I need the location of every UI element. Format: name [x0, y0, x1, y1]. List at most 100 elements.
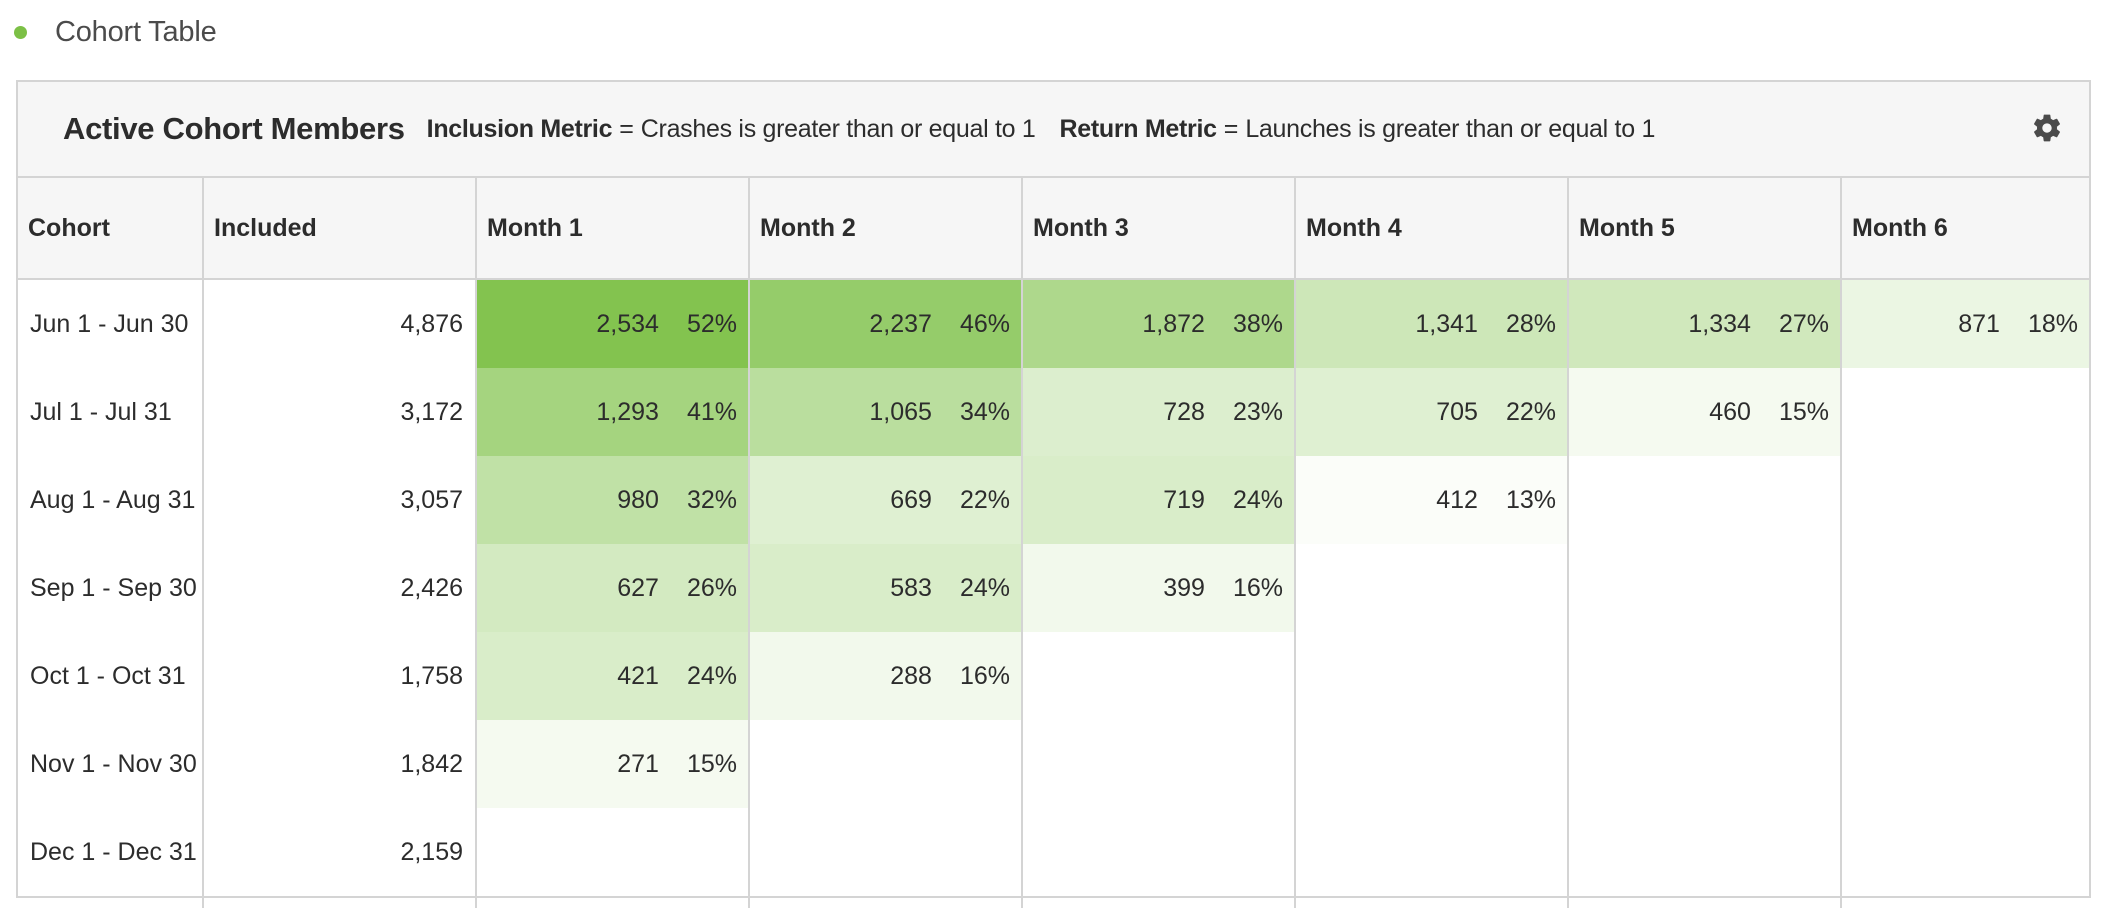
retention-count: 1,293: [596, 397, 659, 426]
cohort-label[interactable]: Nov 1 - Nov 30: [18, 720, 204, 808]
header-month-4[interactable]: Month 4: [1296, 178, 1569, 278]
filler-cell: [204, 896, 477, 908]
retention-cell[interactable]: 2,237 46%: [750, 280, 1023, 368]
retention-count: 719: [1163, 485, 1205, 514]
retention-cell[interactable]: 1,872 38%: [1023, 280, 1296, 368]
retention-count: 399: [1163, 573, 1205, 602]
retention-count: 2,237: [869, 309, 932, 338]
retention-count: 705: [1436, 397, 1478, 426]
retention-percent: 26%: [686, 573, 737, 602]
included-count[interactable]: 4,876: [204, 280, 477, 368]
retention-percent: 22%: [1505, 397, 1556, 426]
retention-cell[interactable]: 1,293 41%: [477, 368, 750, 456]
table-row: Jun 1 - Jun 30 4,876 2,534 52% 2,237 46% 1,872…: [18, 280, 2089, 368]
retention-count: 288: [890, 661, 932, 690]
filler-cell: [18, 896, 204, 908]
empty-cell: [750, 808, 1023, 896]
retention-cell[interactable]: 1,334 27%: [1569, 280, 1842, 368]
retention-cell[interactable]: 271 15%: [477, 720, 750, 808]
retention-cell[interactable]: 288 16%: [750, 632, 1023, 720]
retention-percent: 15%: [686, 749, 737, 778]
included-count[interactable]: 1,758: [204, 632, 477, 720]
retention-count: 728: [1163, 397, 1205, 426]
header-month-5[interactable]: Month 5: [1569, 178, 1842, 278]
filler-cell: [1296, 896, 1569, 908]
filler-cell: [1569, 896, 1842, 908]
table-body: Jun 1 - Jun 30 4,876 2,534 52% 2,237 46% 1,872…: [18, 280, 2089, 908]
retention-cell[interactable]: 583 24%: [750, 544, 1023, 632]
retention-count: 627: [617, 573, 659, 602]
retention-percent: 28%: [1505, 309, 1556, 338]
retention-count: 980: [617, 485, 659, 514]
retention-percent: 13%: [1505, 485, 1556, 514]
included-count[interactable]: 1,842: [204, 720, 477, 808]
retention-cell[interactable]: 627 26%: [477, 544, 750, 632]
retention-percent: 23%: [1232, 397, 1283, 426]
panel-title-row: Cohort Table: [14, 12, 217, 52]
retention-percent: 34%: [959, 397, 1010, 426]
retention-cell[interactable]: 1,065 34%: [750, 368, 1023, 456]
cohort-label[interactable]: Aug 1 - Aug 31: [18, 456, 204, 544]
empty-cell: [1569, 720, 1842, 808]
header-month-1[interactable]: Month 1: [477, 178, 750, 278]
retention-cell[interactable]: 421 24%: [477, 632, 750, 720]
table-header-row: Cohort Included Month 1 Month 2 Month 3 Month…: [18, 178, 2089, 280]
table-row: Oct 1 - Oct 31 1,758 421 24% 288 16%: [18, 632, 2089, 720]
retention-cell[interactable]: 980 32%: [477, 456, 750, 544]
retention-cell[interactable]: 719 24%: [1023, 456, 1296, 544]
header-included[interactable]: Included: [204, 178, 477, 278]
empty-cell: [1842, 368, 2089, 456]
header-month-3[interactable]: Month 3: [1023, 178, 1296, 278]
panel-status-dot: [14, 25, 27, 39]
included-count[interactable]: 2,426: [204, 544, 477, 632]
cohort-label[interactable]: Jun 1 - Jun 30: [18, 280, 204, 368]
retention-percent: 16%: [1232, 573, 1283, 602]
return-metric-equals: =: [1223, 114, 1239, 143]
panel-title[interactable]: Cohort Table: [55, 16, 217, 49]
retention-count: 412: [1436, 485, 1478, 514]
retention-cell[interactable]: 669 22%: [750, 456, 1023, 544]
filler-cell: [477, 896, 750, 908]
header-month-6[interactable]: Month 6: [1842, 178, 2089, 278]
retention-cell[interactable]: 728 23%: [1023, 368, 1296, 456]
empty-cell: [1569, 632, 1842, 720]
retention-count: 1,341: [1415, 309, 1478, 338]
cohort-label[interactable]: Jul 1 - Jul 31: [18, 368, 204, 456]
gear-icon[interactable]: [2031, 112, 2063, 144]
empty-cell: [1842, 808, 2089, 896]
table-row: Jul 1 - Jul 31 3,172 1,293 41% 1,065 34% 728 23…: [18, 368, 2089, 456]
retention-cell[interactable]: 2,534 52%: [477, 280, 750, 368]
retention-cell[interactable]: 705 22%: [1296, 368, 1569, 456]
included-count[interactable]: 2,159: [204, 808, 477, 896]
return-metric-label: Return Metric: [1059, 114, 1217, 143]
empty-cell: [477, 808, 750, 896]
cohort-label[interactable]: Oct 1 - Oct 31: [18, 632, 204, 720]
filler-cell: [750, 896, 1023, 908]
retention-percent: 16%: [959, 661, 1010, 690]
retention-percent: 27%: [1778, 309, 1829, 338]
inclusion-metric-label: Inclusion Metric: [426, 114, 613, 143]
retention-percent: 52%: [686, 309, 737, 338]
retention-cell[interactable]: 412 13%: [1296, 456, 1569, 544]
table-row: Dec 1 - Dec 31 2,159: [18, 808, 2089, 896]
empty-cell: [1296, 720, 1569, 808]
header-cohort[interactable]: Cohort: [18, 178, 204, 278]
retention-percent: 32%: [686, 485, 737, 514]
retention-count: 460: [1709, 397, 1751, 426]
retention-cell[interactable]: 460 15%: [1569, 368, 1842, 456]
empty-cell: [1023, 808, 1296, 896]
empty-cell: [1569, 456, 1842, 544]
included-count[interactable]: 3,057: [204, 456, 477, 544]
filler-cell: [1023, 896, 1296, 908]
retention-percent: 24%: [959, 573, 1010, 602]
header-month-2[interactable]: Month 2: [750, 178, 1023, 278]
retention-cell[interactable]: 1,341 28%: [1296, 280, 1569, 368]
table-row: Aug 1 - Aug 31 3,057 980 32% 669 22% 719 24% 412…: [18, 456, 2089, 544]
cohort-label[interactable]: Sep 1 - Sep 30: [18, 544, 204, 632]
retention-cell[interactable]: 399 16%: [1023, 544, 1296, 632]
return-metric-value: Launches is greater than or equal to 1: [1245, 114, 1656, 143]
cohort-label[interactable]: Dec 1 - Dec 31: [18, 808, 204, 896]
empty-cell: [1296, 808, 1569, 896]
retention-cell[interactable]: 871 18%: [1842, 280, 2089, 368]
included-count[interactable]: 3,172: [204, 368, 477, 456]
